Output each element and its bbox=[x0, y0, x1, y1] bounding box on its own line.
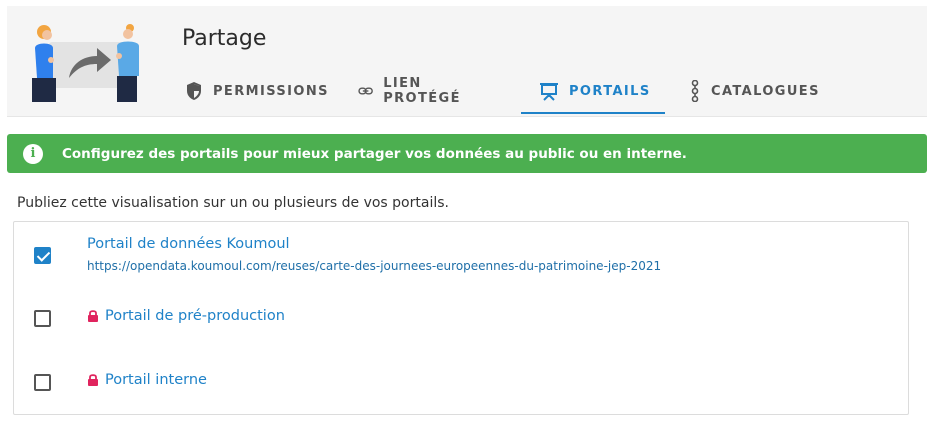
info-alert: i Configurez des portails pour mieux par… bbox=[7, 134, 927, 173]
active-tab-indicator bbox=[521, 112, 665, 114]
lock-icon bbox=[88, 374, 98, 386]
header: Partage PERMISSIONS LIEN PROTÉGÉ PORTAIL… bbox=[7, 6, 927, 117]
portal-name-label: Portail interne bbox=[105, 372, 207, 388]
presentation-board-icon bbox=[540, 83, 558, 101]
alert-text: Configurez des portails pour mieux parta… bbox=[62, 145, 687, 162]
portal-name-label: Portail de pré-production bbox=[105, 308, 285, 324]
portal-name-link[interactable]: Portail interne bbox=[87, 372, 207, 388]
link-icon bbox=[358, 87, 373, 95]
tab-portails[interactable]: PORTAILS bbox=[539, 68, 651, 114]
intro-text: Publiez cette visualisation sur un ou pl… bbox=[17, 195, 449, 211]
tab-catalogues-label: CATALOGUES bbox=[711, 83, 820, 99]
shield-icon bbox=[187, 82, 201, 100]
page-title: Partage bbox=[182, 26, 267, 51]
portal-list: Portail de données Koumoul https://opend… bbox=[13, 221, 909, 415]
portal-name-link[interactable]: Portail de pré-production bbox=[87, 308, 285, 324]
portal-checkbox[interactable] bbox=[34, 374, 51, 391]
tab-portails-label: PORTAILS bbox=[569, 83, 651, 99]
info-icon: i bbox=[23, 143, 43, 164]
portal-url-link[interactable]: https://opendata.koumoul.com/reuses/cart… bbox=[87, 259, 661, 273]
chain-dots-icon bbox=[691, 80, 699, 102]
tab-lien-protege-label: LIEN PROTÉGÉ bbox=[383, 76, 461, 106]
tab-catalogues[interactable]: CATALOGUES bbox=[689, 68, 820, 114]
tab-permissions-label: PERMISSIONS bbox=[213, 83, 329, 99]
portal-name-link[interactable]: Portail de données Koumoul bbox=[87, 236, 290, 252]
portal-checkbox[interactable] bbox=[34, 310, 51, 327]
lock-icon bbox=[88, 310, 98, 322]
tab-lien-protege[interactable]: LIEN PROTÉGÉ bbox=[358, 68, 468, 114]
tab-permissions[interactable]: PERMISSIONS bbox=[185, 68, 329, 114]
sharing-illustration bbox=[32, 24, 139, 102]
portal-checkbox[interactable] bbox=[34, 247, 51, 264]
